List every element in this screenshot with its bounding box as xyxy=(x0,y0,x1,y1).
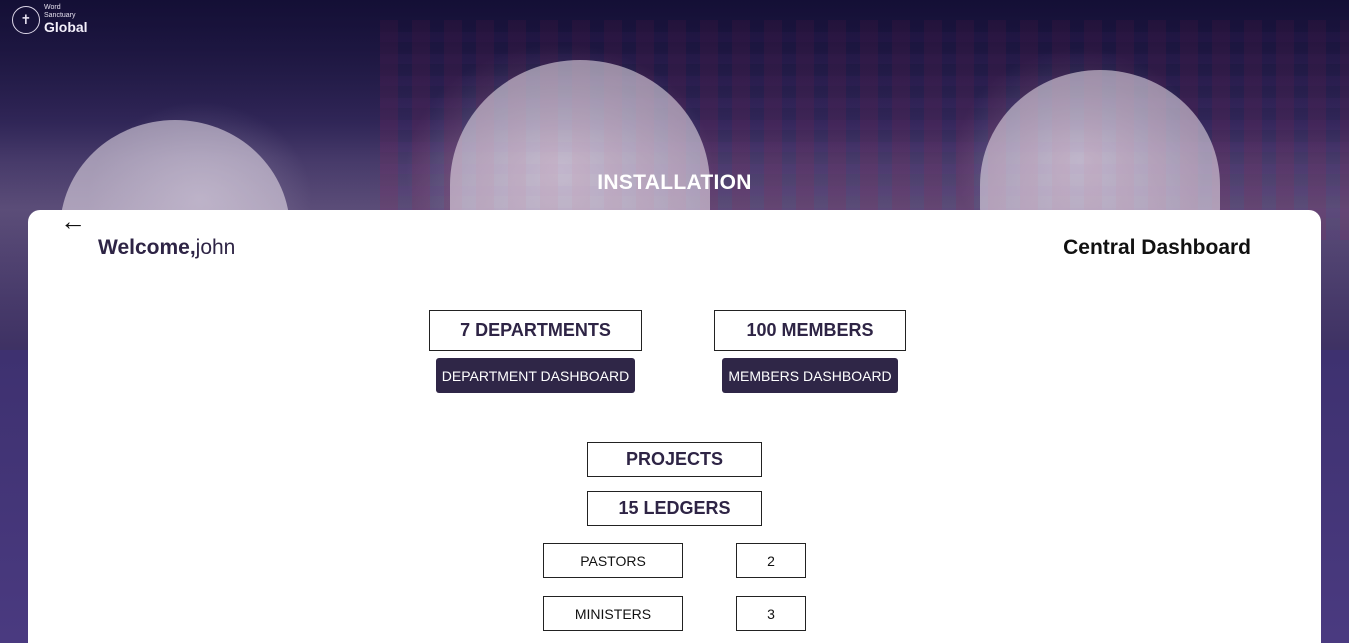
brand-logo[interactable]: ✝ Word Sanctuary Global xyxy=(12,4,88,35)
department-dashboard-button[interactable]: DEPARTMENT DASHBOARD xyxy=(436,358,635,393)
role-label-ministers: MINISTERS xyxy=(543,596,683,631)
back-arrow-icon[interactable]: ← xyxy=(60,208,86,234)
welcome-message: Welcome,john xyxy=(98,236,235,260)
members-dashboard-button[interactable]: MEMBERS DASHBOARD xyxy=(722,358,898,393)
logo-line-1: Word xyxy=(44,4,61,11)
members-count-box: 100 MEMBERS xyxy=(714,310,906,351)
dashboard-card: ← Welcome,john Central Dashboard 7 DEPAR… xyxy=(28,208,1321,643)
logo-text: Word Sanctuary Global xyxy=(44,4,88,35)
departments-count-box: 7 DEPARTMENTS xyxy=(429,310,642,351)
logo-emblem-icon: ✝ xyxy=(12,5,40,34)
role-count-ministers: 3 xyxy=(736,596,806,631)
role-count-pastors: 2 xyxy=(736,543,806,578)
projects-box[interactable]: PROJECTS xyxy=(587,442,762,477)
user-name: john xyxy=(195,236,236,259)
logo-line-3: Global xyxy=(44,19,88,35)
welcome-label: Welcome, xyxy=(98,236,196,259)
role-label-pastors: PASTORS xyxy=(543,543,683,578)
dashboard-title: Central Dashboard xyxy=(1063,236,1251,259)
page-title: INSTALLATION xyxy=(597,171,752,194)
ledgers-count-box[interactable]: 15 LEDGERS xyxy=(587,491,762,526)
page: ✝ Word Sanctuary Global INSTALLATION ← W… xyxy=(0,0,1349,643)
